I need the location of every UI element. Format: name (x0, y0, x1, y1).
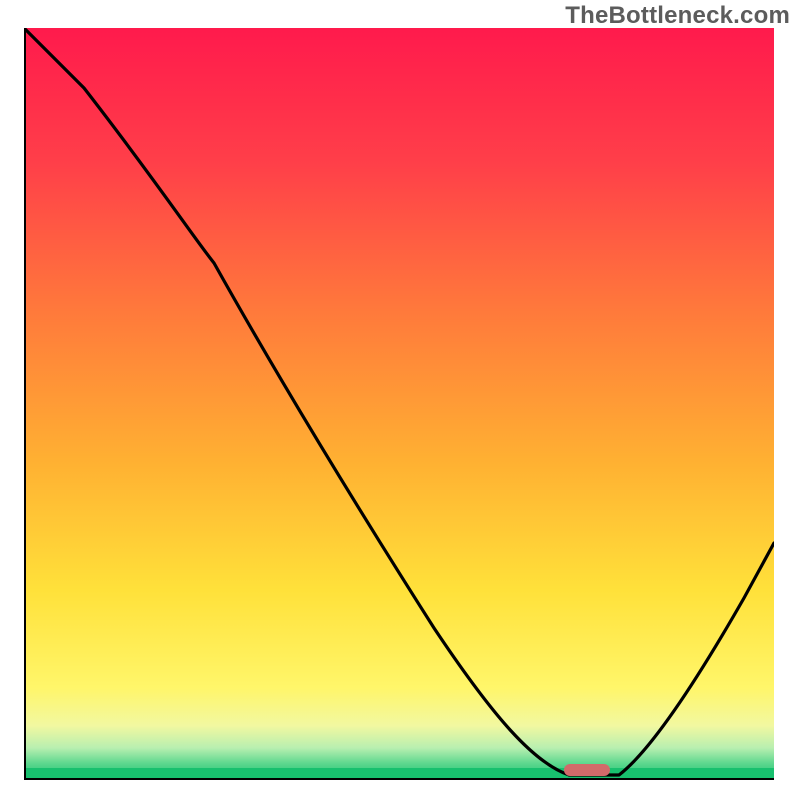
y-axis (24, 28, 26, 780)
green-strip (24, 768, 774, 778)
optimal-marker (564, 764, 610, 776)
x-axis (24, 778, 774, 780)
plot-area (24, 28, 774, 778)
gradient-background (24, 28, 774, 778)
chart-stage: TheBottleneck.com (0, 0, 800, 800)
watermark-text: TheBottleneck.com (565, 2, 790, 30)
plot-svg (24, 28, 774, 778)
